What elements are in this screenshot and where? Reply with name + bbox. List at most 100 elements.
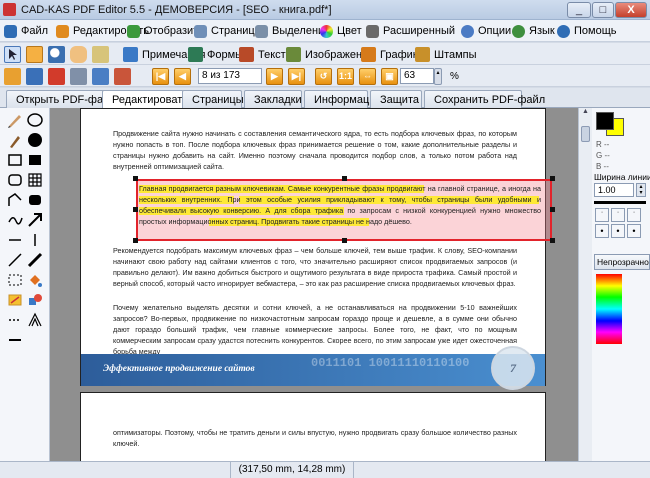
previous-page-icon[interactable]: ◀	[174, 68, 191, 85]
freehand-curve-icon[interactable]	[6, 211, 24, 229]
line-end-icon[interactable]: •	[595, 224, 609, 238]
document-canvas[interactable]: Продвижение сайта нужно начинать с соста…	[50, 108, 578, 461]
line-style-icon[interactable]: ·	[611, 208, 625, 222]
resize-handle-tl[interactable]	[133, 176, 138, 181]
resize-handle-bc[interactable]	[342, 238, 347, 243]
line-icon[interactable]	[6, 231, 24, 249]
shapes-icon[interactable]	[26, 291, 44, 309]
save-disk-icon[interactable]	[26, 68, 43, 85]
brush-icon[interactable]	[6, 131, 24, 149]
menu-file[interactable]: Файл	[4, 23, 48, 39]
line-end-icon[interactable]: •	[611, 224, 625, 238]
minimize-button[interactable]: _	[567, 2, 591, 18]
zoom-icon[interactable]	[48, 46, 65, 63]
line-style-icon[interactable]: ·	[595, 208, 609, 222]
filled-rounded-rectangle-icon[interactable]	[26, 191, 44, 209]
zoom-field[interactable]: 63	[400, 68, 434, 84]
resize-handle-br[interactable]	[550, 238, 555, 243]
diagonal-line-icon[interactable]	[6, 251, 24, 269]
page-number-field[interactable]: 8 из 173	[198, 68, 262, 84]
paragraph-3: Рекомендуется подобрать максимум ключевы…	[113, 246, 517, 288]
double-arc-icon[interactable]	[26, 311, 44, 329]
foreground-color-swatch[interactable]	[596, 112, 614, 130]
opacity-button[interactable]: Непрозрачно	[594, 254, 650, 270]
export-icon[interactable]	[114, 68, 131, 85]
view-icon	[127, 24, 140, 38]
resize-handle-mr[interactable]	[550, 207, 555, 212]
rounded-rectangle-icon[interactable]	[6, 171, 24, 189]
pen-icon[interactable]	[6, 111, 24, 129]
pointer-tool-icon[interactable]	[4, 46, 21, 63]
filled-rectangle-icon[interactable]	[26, 151, 44, 169]
dashed-rectangle-icon[interactable]	[6, 271, 24, 289]
tab-save-pdf[interactable]: Сохранить PDF-файл	[424, 90, 545, 108]
zoom-spinner-icon[interactable]: ▴	[434, 68, 442, 85]
vertical-scrollbar[interactable]: ▲	[578, 108, 592, 461]
text-button[interactable]: Текст	[239, 46, 286, 63]
menu-help[interactable]: Помощь	[557, 23, 617, 39]
fill-bucket-icon[interactable]	[26, 271, 44, 289]
tab-open-pdf[interactable]: Открыть PDF-файл	[6, 90, 116, 108]
table-grid-icon[interactable]	[26, 171, 44, 189]
fit-width-icon[interactable]: ⇔	[359, 68, 376, 85]
menu-language[interactable]: Язык	[512, 23, 555, 39]
resize-handle-tr[interactable]	[550, 176, 555, 181]
last-page-icon[interactable]: ▶|	[288, 68, 305, 85]
color-picker-spectrum[interactable]	[596, 274, 622, 344]
line-width-label: Ширина линии:	[594, 172, 650, 182]
stamps-button[interactable]: Штампы	[415, 46, 477, 63]
menu-color[interactable]: Цвет	[320, 23, 362, 39]
open-folder-icon[interactable]	[4, 68, 21, 85]
forms-button[interactable]: Формы	[188, 46, 243, 63]
first-page-icon[interactable]: |◀	[152, 68, 169, 85]
paragraph-1: Продвижение сайта нужно начинать с соста…	[113, 129, 517, 171]
forms-icon	[188, 47, 203, 62]
text-select-icon[interactable]	[92, 46, 109, 63]
actual-size-icon[interactable]: 1:1	[337, 68, 354, 85]
tab-info[interactable]: Информация	[304, 90, 381, 108]
menu-selection[interactable]: Выделение	[255, 23, 330, 39]
select-rect-icon[interactable]	[26, 46, 43, 63]
hand-pan-icon[interactable]	[70, 46, 87, 63]
line-width-spinner-icon[interactable]: ▴ ▾	[636, 183, 646, 197]
menu-advanced[interactable]: Расширенный	[366, 23, 455, 39]
pdf-icon[interactable]	[48, 68, 65, 85]
ellipse-icon[interactable]	[26, 111, 44, 129]
rotate-left-icon[interactable]: ↺	[315, 68, 332, 85]
tab-pages[interactable]: Страницы	[182, 90, 244, 108]
magic-wand-icon[interactable]	[6, 291, 24, 309]
app-window: CAD-KAS PDF Editor 5.5 - ДЕМОВЕРСИЯ - [S…	[0, 0, 650, 478]
scroll-thumb[interactable]	[581, 126, 590, 142]
scroll-up-icon[interactable]: ▲	[580, 108, 591, 120]
resize-handle-bl[interactable]	[133, 238, 138, 243]
line-width-input[interactable]: 1.00	[594, 183, 634, 197]
email-icon[interactable]	[92, 68, 109, 85]
close-button[interactable]: X	[615, 2, 647, 18]
resize-handle-ml[interactable]	[133, 207, 138, 212]
green-value: G --	[596, 151, 610, 160]
next-page-icon[interactable]: ▶	[266, 68, 283, 85]
tab-bookmarks[interactable]: Закладки	[244, 90, 302, 108]
arrow-icon[interactable]	[26, 211, 44, 229]
menu-view[interactable]: Отобразить	[127, 23, 204, 39]
filled-circle-icon[interactable]	[26, 131, 44, 149]
dotted-line-icon[interactable]	[6, 311, 24, 329]
menu-options[interactable]: Опции	[461, 23, 511, 39]
tab-edit[interactable]: Редактировать	[102, 90, 188, 109]
maximize-button[interactable]: □	[592, 2, 614, 18]
fit-page-icon[interactable]: ▣	[381, 68, 398, 85]
menu-page[interactable]: Страница	[194, 23, 261, 39]
rectangle-icon[interactable]	[6, 151, 24, 169]
polyline-icon[interactable]	[6, 191, 24, 209]
pdf-page-next: оптимизаторы. Поэтому, чтобы не тратить …	[80, 392, 546, 461]
print-icon[interactable]	[70, 68, 87, 85]
thick-diagonal-line-icon[interactable]	[26, 251, 44, 269]
resize-handle-tc[interactable]	[342, 176, 347, 181]
line-width-preview	[594, 201, 646, 204]
line-end-icon[interactable]: •	[627, 224, 641, 238]
line-style-icon[interactable]: ·	[627, 208, 641, 222]
stamps-icon	[415, 47, 430, 62]
vertical-line-icon[interactable]	[26, 231, 44, 249]
tab-protection[interactable]: Защита	[370, 90, 422, 108]
short-line-icon[interactable]	[6, 331, 24, 349]
